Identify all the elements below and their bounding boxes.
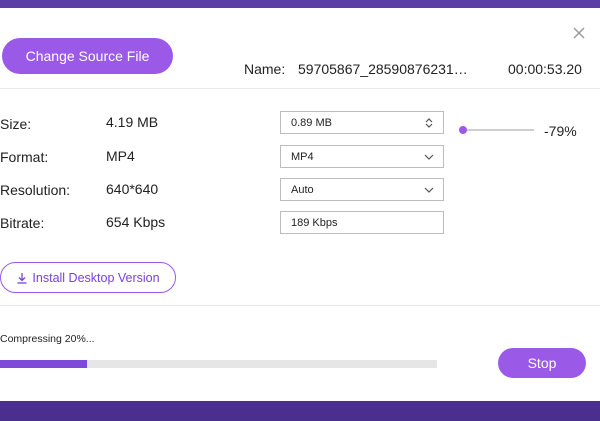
bitrate-field[interactable]: 189 Kbps xyxy=(280,211,444,234)
install-desktop-label: Install Desktop Version xyxy=(32,270,160,285)
target-size-stepper[interactable]: 0.89 MB xyxy=(280,111,444,134)
size-slider-track[interactable] xyxy=(462,129,534,131)
file-name: 59705867_28590876231… xyxy=(298,61,468,77)
name-label: Name: xyxy=(244,61,286,77)
up-down-stepper-icon[interactable] xyxy=(423,117,435,129)
resolution-select[interactable]: Auto xyxy=(280,178,444,201)
window-top-bar xyxy=(0,0,600,8)
header-divider xyxy=(0,88,600,89)
bitrate-target-value: 189 Kbps xyxy=(291,216,338,229)
bitrate-label: Bitrate: xyxy=(0,215,45,231)
close-icon xyxy=(573,27,585,39)
change-source-file-button[interactable]: Change Source File xyxy=(2,38,173,74)
original-size: 4.19 MB xyxy=(106,114,159,130)
progress-bar-fill xyxy=(0,360,88,368)
progress-bar xyxy=(0,360,437,368)
format-selected-value: MP4 xyxy=(291,150,314,163)
format-label: Format: xyxy=(0,149,49,165)
chevron-down-icon xyxy=(424,154,434,160)
close-button[interactable] xyxy=(568,22,590,44)
install-desktop-button[interactable]: Install Desktop Version xyxy=(0,262,176,293)
original-bitrate: 654 Kbps xyxy=(106,214,166,230)
target-size-value: 0.89 MB xyxy=(291,116,332,129)
original-resolution: 640*640 xyxy=(106,181,159,197)
video-duration: 00:00:53.20 xyxy=(508,61,582,77)
compressor-dialog: Change Source File Name: 59705867_285908… xyxy=(0,8,600,401)
size-label: Size: xyxy=(0,116,32,132)
resolution-selected-value: Auto xyxy=(291,183,314,196)
chevron-down-icon xyxy=(424,187,434,193)
resolution-label: Resolution: xyxy=(0,182,71,198)
stop-button[interactable]: Stop xyxy=(498,348,586,378)
size-reduction-percent: -79% xyxy=(544,123,577,139)
compressing-status: Compressing 20%... xyxy=(0,333,95,345)
original-format: MP4 xyxy=(106,148,135,164)
format-select[interactable]: MP4 xyxy=(280,145,444,168)
window-bottom-bar xyxy=(0,401,600,421)
size-slider-handle[interactable] xyxy=(459,126,467,134)
footer-divider xyxy=(0,305,600,306)
download-icon xyxy=(17,272,27,284)
